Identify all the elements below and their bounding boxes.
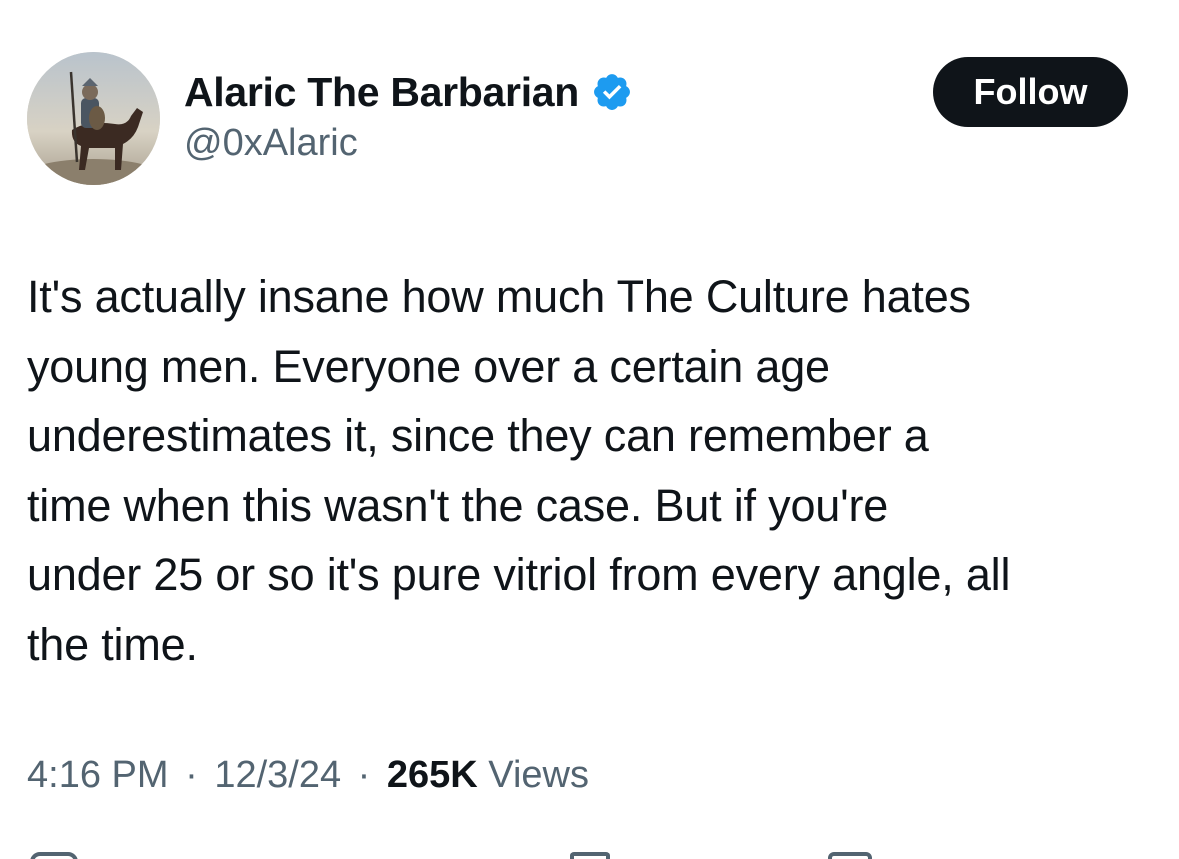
tweet-text-line: It's actually insane how much The Cultur…	[27, 271, 971, 322]
reply-icon[interactable]	[30, 852, 78, 859]
tweet-text-line: time when this wasn't the case. But if y…	[27, 479, 889, 531]
like-icon[interactable]	[570, 852, 610, 859]
action-bar	[0, 848, 1179, 859]
tweet-meta: 4:16 PM · 12/3/24 · 265K Views	[27, 754, 589, 797]
tweet-card: Alaric The Barbarian @0xAlaric Follow It…	[0, 0, 1179, 859]
tweet-text-line: young men. Everyone over a certain age	[27, 340, 830, 392]
meta-separator: ·	[357, 754, 371, 796]
tweet-date[interactable]: 12/3/24	[214, 754, 341, 796]
display-name-row: Alaric The Barbarian	[184, 66, 633, 118]
verified-badge-icon[interactable]	[591, 71, 633, 113]
views-label[interactable]: Views	[488, 754, 589, 796]
tweet-text-line: the time.	[27, 618, 198, 670]
tweet-text-line: underestimates it, since they can rememb…	[27, 410, 929, 461]
user-handle[interactable]: @0xAlaric	[184, 122, 358, 165]
follow-button[interactable]: Follow	[933, 57, 1128, 127]
bookmark-icon[interactable]	[828, 852, 872, 859]
display-name[interactable]: Alaric The Barbarian	[184, 69, 579, 116]
meta-separator: ·	[185, 754, 198, 796]
avatar[interactable]	[27, 52, 160, 185]
tweet-text-line: under 25 or so it's pure vitriol from ev…	[27, 549, 1011, 600]
views-count[interactable]: 265K	[387, 754, 478, 796]
tweet-text: It's actually insane how much The Cultur…	[27, 262, 1167, 679]
avatar-horseman-image	[27, 52, 160, 185]
tweet-time[interactable]: 4:16 PM	[27, 754, 169, 796]
